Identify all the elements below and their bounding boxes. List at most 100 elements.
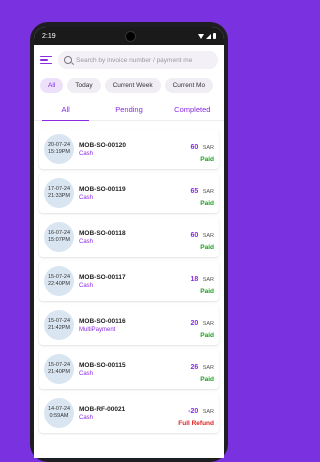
invoice-amount-block: 26 SAR Paid: [190, 356, 214, 383]
invoice-amount: 60: [190, 143, 199, 151]
invoice-time: 22:40PM: [47, 281, 70, 287]
invoice-info: MOB-SO-00120 Cash: [79, 142, 185, 157]
invoice-amount-block: 65 SAR Paid: [190, 180, 214, 207]
invoice-info: MOB-SO-00115 Cash: [79, 362, 185, 377]
invoice-amount: 60: [190, 231, 199, 239]
payment-method: Cash: [79, 238, 94, 245]
invoice-card[interactable]: 14-07-24 0:59AM MOB-RF-00021 Cash -20 SA…: [39, 393, 219, 433]
invoice-number: MOB-RF-00021: [79, 405, 126, 413]
invoice-card[interactable]: 15-07-24 22:40PM MOB-SO-00117 Cash 18 SA…: [39, 261, 219, 301]
invoice-time: 0:59AM: [49, 413, 69, 419]
tab-all[interactable]: All: [34, 100, 97, 121]
invoice-date: 16-07-24: [47, 229, 71, 236]
invoice-amount: 20: [190, 319, 199, 327]
invoice-currency: SAR: [202, 320, 214, 327]
invoice-status: Full Refund: [178, 419, 214, 427]
invoice-card[interactable]: 15-07-24 21:42PM MOB-SO-00116 MultiPayme…: [39, 305, 219, 345]
payment-method: Cash: [79, 194, 94, 201]
invoice-date-badge: 20-07-24 15:19PM: [44, 134, 74, 164]
status-icons: [198, 33, 216, 39]
filter-chip-all[interactable]: All: [40, 78, 64, 93]
invoice-currency: SAR: [202, 144, 214, 151]
search-input[interactable]: [76, 56, 212, 64]
invoice-status: Paid: [200, 287, 214, 295]
invoice-status: Paid: [200, 243, 214, 251]
invoice-currency: SAR: [202, 408, 214, 415]
filter-chip-current-week[interactable]: Current Week: [104, 78, 161, 93]
cellular-icon: [206, 33, 211, 39]
invoice-card[interactable]: 20-07-24 15:19PM MOB-SO-00120 Cash 60 SA…: [39, 129, 219, 169]
invoice-currency: SAR: [202, 276, 214, 283]
invoice-status: Paid: [200, 155, 214, 163]
invoice-date-badge: 14-07-24 0:59AM: [44, 398, 74, 428]
invoice-currency: SAR: [202, 364, 214, 371]
invoice-time: 15:19PM: [47, 149, 70, 155]
invoice-card[interactable]: 15-07-24 21:40PM MOB-SO-00115 Cash 26 SA…: [39, 349, 219, 389]
invoice-number: MOB-SO-00118: [79, 229, 126, 237]
search-row: [34, 45, 224, 75]
invoice-amount-block: 60 SAR Paid: [190, 136, 214, 163]
search-icon: [64, 56, 72, 64]
tab-pending[interactable]: Pending: [97, 100, 160, 120]
invoice-date: 17-07-24: [47, 185, 71, 192]
invoice-status: Paid: [200, 375, 214, 383]
payment-method: MultiPayment: [79, 326, 116, 333]
invoice-date-badge: 15-07-24 21:40PM: [44, 354, 74, 384]
invoice-number: MOB-SO-00116: [79, 317, 126, 325]
invoice-date: 15-07-24: [47, 317, 71, 324]
invoice-number: MOB-SO-00115: [79, 361, 126, 369]
invoice-time: 21:40PM: [47, 369, 70, 375]
invoice-amount-block: 18 SAR Paid: [190, 268, 214, 295]
invoice-date-badge: 15-07-24 22:40PM: [44, 266, 74, 296]
payment-method: Cash: [79, 150, 94, 157]
invoice-amount: -20: [188, 407, 199, 415]
invoice-list: 20-07-24 15:19PM MOB-SO-00120 Cash 60 SA…: [34, 121, 224, 437]
invoice-info: MOB-RF-00021 Cash: [79, 406, 173, 421]
invoice-date: 15-07-24: [47, 361, 71, 368]
invoice-status: Paid: [200, 331, 214, 339]
invoice-date-badge: 15-07-24 21:42PM: [44, 310, 74, 340]
invoice-currency: SAR: [202, 188, 214, 195]
tab-completed[interactable]: Completed: [161, 100, 224, 120]
battery-icon: [213, 33, 216, 39]
invoice-card[interactable]: 17-07-24 21:33PM MOB-SO-00119 Cash 65 SA…: [39, 173, 219, 213]
invoice-number: MOB-SO-00119: [79, 185, 126, 193]
menu-icon[interactable]: [40, 55, 52, 65]
invoice-amount-block: -20 SAR Full Refund: [178, 400, 214, 427]
filter-chip-today[interactable]: Today: [67, 78, 101, 93]
invoice-time: 21:33PM: [47, 193, 70, 199]
invoice-number: MOB-SO-00120: [79, 141, 126, 149]
payment-method: Cash: [79, 282, 94, 289]
invoice-date: 15-07-24: [47, 273, 71, 280]
invoice-time: 21:42PM: [47, 325, 70, 331]
invoice-number: MOB-SO-00117: [79, 273, 126, 281]
invoice-amount-block: 20 SAR Paid: [190, 312, 214, 339]
camera-icon: [124, 31, 136, 42]
invoice-amount: 18: [190, 275, 199, 283]
invoice-amount: 65: [190, 187, 199, 195]
invoice-info: MOB-SO-00116 MultiPayment: [79, 318, 185, 333]
wifi-icon: [198, 33, 204, 39]
invoice-currency: SAR: [202, 232, 214, 239]
invoice-date-badge: 16-07-24 15:07PM: [44, 222, 74, 252]
payment-method: Cash: [79, 370, 94, 377]
app-screen: 2:19 All Today Current Week Current Mo A…: [34, 27, 224, 458]
status-bar: 2:19: [34, 27, 224, 45]
status-time: 2:19: [42, 32, 56, 40]
filter-chip-current-month[interactable]: Current Mo: [164, 78, 214, 93]
filter-chips: All Today Current Week Current Mo: [34, 75, 224, 96]
invoice-info: MOB-SO-00119 Cash: [79, 186, 185, 201]
search-bar[interactable]: [58, 51, 218, 69]
invoice-amount: 26: [190, 363, 199, 371]
invoice-date-badge: 17-07-24 21:33PM: [44, 178, 74, 208]
status-tabs: All Pending Completed: [34, 100, 224, 121]
invoice-amount-block: 60 SAR Paid: [190, 224, 214, 251]
invoice-date: 14-07-24: [47, 405, 71, 412]
invoice-info: MOB-SO-00118 Cash: [79, 230, 185, 245]
invoice-status: Paid: [200, 199, 214, 207]
payment-method: Cash: [79, 414, 94, 421]
invoice-date: 20-07-24: [47, 141, 71, 148]
invoice-card[interactable]: 16-07-24 15:07PM MOB-SO-00118 Cash 60 SA…: [39, 217, 219, 257]
invoice-info: MOB-SO-00117 Cash: [79, 274, 185, 289]
invoice-time: 15:07PM: [47, 237, 70, 243]
